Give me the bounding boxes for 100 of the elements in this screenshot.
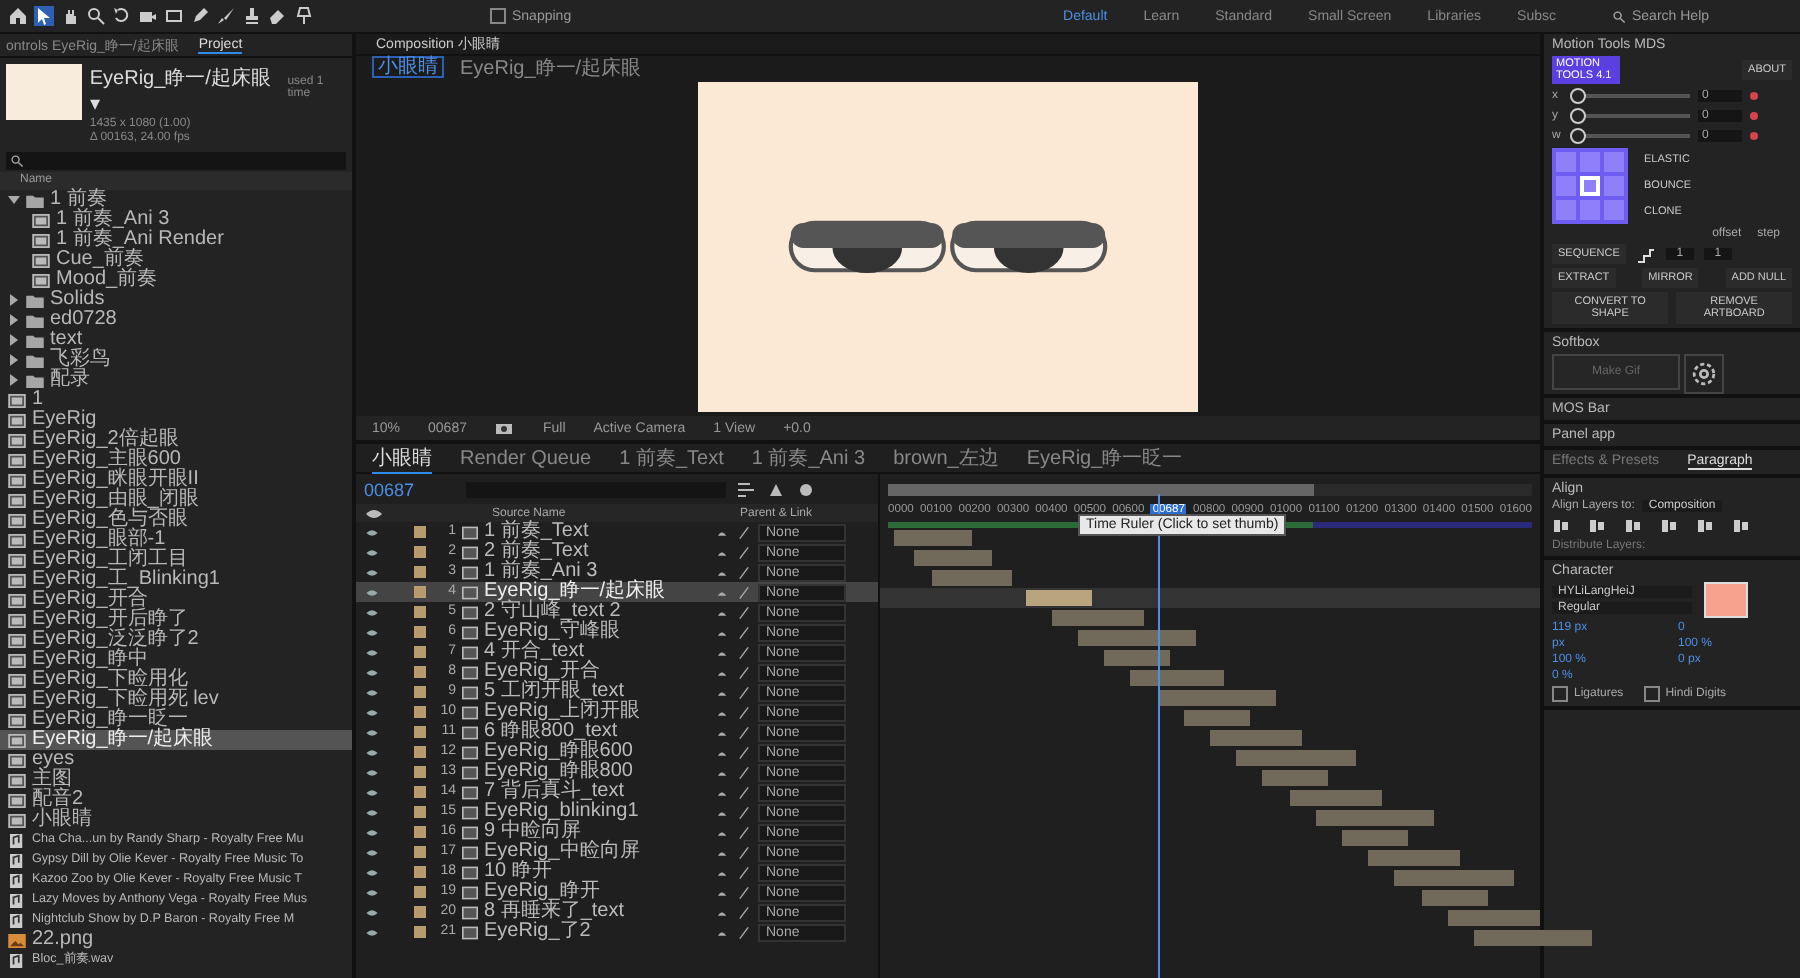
slider-thumb[interactable] xyxy=(1570,88,1586,104)
label-swatch[interactable] xyxy=(414,666,426,678)
disclosure-triangle-icon[interactable] xyxy=(8,294,20,306)
project-item[interactable]: 配录 xyxy=(0,370,352,390)
align-icon[interactable] xyxy=(1552,516,1572,536)
project-item[interactable]: EyeRig_下睑用化 xyxy=(0,670,352,690)
align-icon[interactable] xyxy=(1588,516,1608,536)
timecode[interactable]: 00687 xyxy=(364,479,456,499)
timeline-tab[interactable]: 1 前奏_Text xyxy=(619,444,724,472)
label-swatch[interactable] xyxy=(414,766,426,778)
composition-name[interactable]: EyeRig_睁一/起床眼 ▾ xyxy=(89,64,276,116)
project-item[interactable]: EyeRig_开后睁了 xyxy=(0,610,352,630)
project-item[interactable]: text xyxy=(0,330,352,350)
zoom-icon[interactable] xyxy=(86,6,106,26)
align-icon[interactable] xyxy=(1696,516,1716,536)
breadcrumb[interactable]: EyeRig_睁一/起床眼 xyxy=(460,53,642,81)
timeline-tab[interactable]: 小眼睛 xyxy=(372,443,432,473)
rectangle-icon[interactable] xyxy=(164,6,184,26)
label-swatch[interactable] xyxy=(414,826,426,838)
project-item[interactable]: 1 xyxy=(0,390,352,410)
project-item[interactable]: EyeRig_2倍起眼 xyxy=(0,430,352,450)
slider-thumb[interactable] xyxy=(1570,108,1586,124)
label-swatch[interactable] xyxy=(414,566,426,578)
label-swatch[interactable] xyxy=(414,606,426,618)
label-swatch[interactable] xyxy=(414,586,426,598)
project-item[interactable]: EyeRig_色与否眼 xyxy=(0,510,352,530)
label-swatch[interactable] xyxy=(414,786,426,798)
project-item[interactable]: eyes xyxy=(0,750,352,770)
timeline-tab[interactable]: 1 前奏_Ani 3 xyxy=(751,444,866,472)
project-item[interactable]: EyeRig_工闭工目 xyxy=(0,550,352,570)
project-item[interactable]: EyeRig_眼部-1 xyxy=(0,530,352,550)
pen-icon[interactable] xyxy=(190,6,210,26)
label-swatch[interactable] xyxy=(414,906,426,918)
label-swatch[interactable] xyxy=(414,626,426,638)
stamp-icon[interactable] xyxy=(242,6,262,26)
label-swatch[interactable] xyxy=(414,546,426,558)
stairs-icon[interactable] xyxy=(1635,244,1656,264)
project-item[interactable]: 主图 xyxy=(0,770,352,790)
project-item[interactable]: EyeRig xyxy=(0,410,352,430)
disclosure-triangle-icon[interactable] xyxy=(8,374,20,386)
align-icon[interactable] xyxy=(1624,516,1644,536)
slider[interactable] xyxy=(1570,108,1690,124)
project-item[interactable]: 1 前奏 xyxy=(0,190,352,210)
label-swatch[interactable] xyxy=(414,926,426,938)
timeline-tab[interactable]: EyeRig_睁一眨一 xyxy=(1026,444,1183,472)
project-item[interactable]: 小眼睛 xyxy=(0,810,352,830)
label-swatch[interactable] xyxy=(414,526,426,538)
align-icon[interactable] xyxy=(1732,516,1752,536)
current-time-indicator[interactable] xyxy=(1157,494,1160,978)
camera-icon[interactable] xyxy=(138,6,158,26)
home-icon[interactable] xyxy=(8,6,28,26)
align-icon[interactable] xyxy=(1660,516,1680,536)
anchor-point-button[interactable] xyxy=(1580,176,1600,196)
reset-dot-icon[interactable] xyxy=(1750,112,1758,120)
layer-duration-bar[interactable] xyxy=(913,550,993,566)
selection-tool-icon[interactable] xyxy=(34,6,54,26)
project-item[interactable]: EyeRig_睁中 xyxy=(0,650,352,670)
breadcrumb[interactable]: 小眼睛 xyxy=(372,56,444,78)
rotate-icon[interactable] xyxy=(112,6,132,26)
project-item[interactable]: EyeRig_由眼_闭眼 xyxy=(0,490,352,510)
label-swatch[interactable] xyxy=(414,866,426,878)
label-swatch[interactable] xyxy=(414,806,426,818)
slider[interactable] xyxy=(1570,128,1690,144)
project-item[interactable]: 22.png xyxy=(0,930,352,950)
timeline-tab[interactable]: brown_左边 xyxy=(893,444,999,472)
project-item[interactable]: EyeRig_泛泛睁了2 xyxy=(0,630,352,650)
project-item[interactable]: EyeRig_主眼600 xyxy=(0,450,352,470)
project-search-field[interactable] xyxy=(6,152,346,170)
label-swatch[interactable] xyxy=(414,886,426,898)
project-item[interactable]: EyeRig_开合 xyxy=(0,590,352,610)
project-item[interactable]: EyeRig_睁一眨一 xyxy=(0,710,352,730)
project-item[interactable]: EyeRig_下睑用死 lev xyxy=(0,690,352,710)
slider-thumb[interactable] xyxy=(1570,128,1586,144)
project-item[interactable]: Cue_前奏 xyxy=(0,250,352,270)
brush-icon[interactable] xyxy=(216,6,236,26)
disclosure-triangle-icon[interactable] xyxy=(8,334,20,346)
eraser-icon[interactable] xyxy=(268,6,288,26)
project-item[interactable]: Mood_前奏 xyxy=(0,270,352,290)
reset-dot-icon[interactable] xyxy=(1750,132,1758,140)
disclosure-triangle-icon[interactable] xyxy=(8,194,20,206)
timeline-tab[interactable]: Render Queue xyxy=(460,447,592,469)
project-item[interactable]: Solids xyxy=(0,290,352,310)
disclosure-triangle-icon[interactable] xyxy=(8,314,20,326)
label-swatch[interactable] xyxy=(414,726,426,738)
label-swatch[interactable] xyxy=(414,746,426,758)
label-swatch[interactable] xyxy=(414,706,426,718)
project-item[interactable]: 飞彩鸟 xyxy=(0,350,352,370)
disclosure-triangle-icon[interactable] xyxy=(8,354,20,366)
project-item[interactable]: 1 前奏_Ani Render xyxy=(0,230,352,250)
reset-dot-icon[interactable] xyxy=(1750,92,1758,100)
label-swatch[interactable] xyxy=(414,686,426,698)
project-item[interactable]: EyeRig_眯眼开眼II xyxy=(0,470,352,490)
label-swatch[interactable] xyxy=(414,846,426,858)
layer-duration-bar[interactable] xyxy=(893,530,973,546)
snapshot-icon[interactable] xyxy=(494,418,515,438)
project-item[interactable]: 1 前奏_Ani 3 xyxy=(0,210,352,230)
fill-color-swatch[interactable] xyxy=(1704,582,1748,618)
label-swatch[interactable] xyxy=(414,646,426,658)
slider[interactable] xyxy=(1570,88,1690,104)
project-item[interactable]: 配音2 xyxy=(0,790,352,810)
